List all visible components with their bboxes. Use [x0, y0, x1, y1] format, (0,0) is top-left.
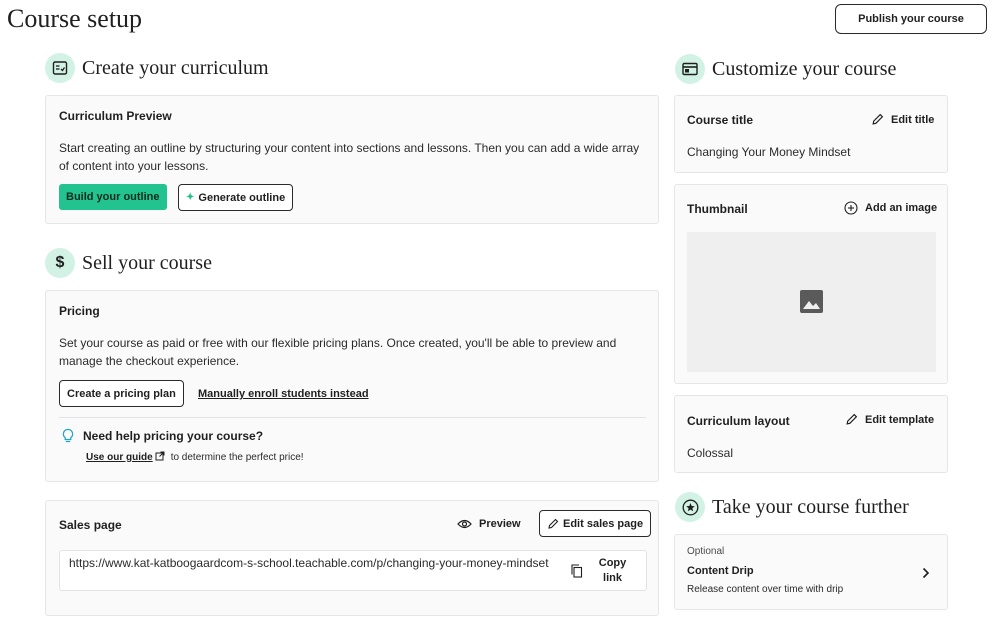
edit-template-button[interactable]: Edit template: [845, 413, 934, 426]
lightbulb-icon: [61, 428, 75, 449]
eye-icon: [457, 519, 472, 529]
curriculum-layout-value: Colossal: [687, 446, 734, 460]
pricing-label: Pricing: [59, 304, 100, 318]
dollar-icon: $: [45, 248, 75, 278]
chevron-right-icon: [922, 566, 930, 584]
create-pricing-plan-button[interactable]: Create a pricing plan: [59, 380, 184, 407]
manually-enroll-link[interactable]: Manually enroll students instead: [198, 388, 369, 400]
sales-page-card: Sales page Preview Edit sales page https…: [45, 500, 659, 616]
plus-circle-icon: [844, 201, 858, 215]
optional-label: Optional: [687, 546, 725, 557]
copy-label: Copy: [598, 557, 627, 569]
pricing-help-title: Need help pricing your course?: [83, 429, 264, 443]
edit-sales-page-button[interactable]: Edit sales page: [539, 510, 652, 537]
content-drip-card[interactable]: Optional Content Drip Release content ov…: [674, 534, 948, 610]
curriculum-layout-card: Curriculum layout Edit template Colossal: [674, 395, 948, 473]
thumbnail-placeholder[interactable]: [687, 232, 936, 372]
link-label: link: [603, 572, 622, 584]
thumbnail-label: Thumbnail: [687, 202, 748, 216]
pencil-icon: [548, 518, 559, 529]
pricing-divider: [59, 417, 646, 418]
image-icon: [800, 290, 823, 318]
sales-page-label: Sales page: [59, 518, 122, 532]
course-title-card: Course title Edit title Changing Your Mo…: [674, 95, 948, 173]
pricing-help-text: to determine the perfect price!: [170, 451, 304, 463]
curriculum-preview-card: Curriculum Preview Start creating an out…: [45, 95, 659, 224]
curriculum-section-header: Create your curriculum: [45, 53, 269, 83]
sales-page-url: https://www.kat-katboogaardcom-s-school.…: [69, 556, 549, 570]
preview-sales-page-button[interactable]: Preview: [457, 518, 521, 530]
publish-course-button[interactable]: Publish your course: [835, 4, 987, 34]
pencil-icon: [872, 113, 884, 125]
copy-link-button[interactable]: Copy link: [590, 556, 635, 586]
add-image-label: Add an image: [865, 202, 938, 214]
generate-outline-label: Generate outline: [198, 191, 286, 204]
content-drip-text: Release content over time with drip: [687, 584, 844, 595]
thumbnail-card: Thumbnail Add an image: [674, 184, 948, 384]
sparkle-icon: ✦: [186, 192, 195, 203]
generate-outline-button[interactable]: ✦ Generate outline: [178, 184, 294, 211]
add-image-button[interactable]: Add an image: [844, 201, 937, 215]
edit-sales-page-label: Edit sales page: [563, 517, 644, 530]
pricing-card: Pricing Set your course as paid or free …: [45, 290, 659, 482]
edit-title-label: Edit title: [891, 113, 935, 126]
customize-section-header: Customize your course: [675, 54, 896, 84]
course-title-value: Changing Your Money Mindset: [687, 145, 851, 159]
checklist-icon: [45, 53, 75, 83]
curriculum-section-title: Create your curriculum: [82, 56, 269, 79]
sell-section-title: Sell your course: [82, 251, 212, 274]
curriculum-description: Start creating an outline by structuring…: [59, 141, 640, 173]
further-section-title: Take your course further: [712, 495, 909, 518]
sales-page-url-box: https://www.kat-katboogaardcom-s-school.…: [59, 550, 647, 591]
preview-label: Preview: [479, 518, 521, 530]
course-title-label: Course title: [687, 113, 754, 127]
copy-icon[interactable]: [571, 564, 583, 583]
pricing-guide-link[interactable]: Use our guide: [86, 452, 153, 463]
content-drip-title: Content Drip: [687, 565, 754, 577]
further-section-header: Take your course further: [675, 492, 909, 522]
edit-template-label: Edit template: [865, 413, 935, 426]
pencil-icon: [846, 413, 858, 425]
curriculum-layout-label: Curriculum layout: [687, 414, 790, 428]
customize-section-title: Customize your course: [712, 57, 897, 80]
browser-window-icon: [675, 54, 705, 84]
pricing-description: Set your course as paid or free with our…: [59, 336, 617, 368]
sell-section-header: $ Sell your course: [45, 248, 212, 278]
star-circle-icon: [675, 492, 705, 522]
external-link-icon[interactable]: [155, 448, 165, 466]
edit-title-button[interactable]: Edit title: [871, 113, 934, 126]
curriculum-preview-label: Curriculum Preview: [59, 109, 172, 123]
build-outline-button[interactable]: Build your outline: [59, 184, 167, 210]
page-title: Course setup: [7, 4, 143, 33]
